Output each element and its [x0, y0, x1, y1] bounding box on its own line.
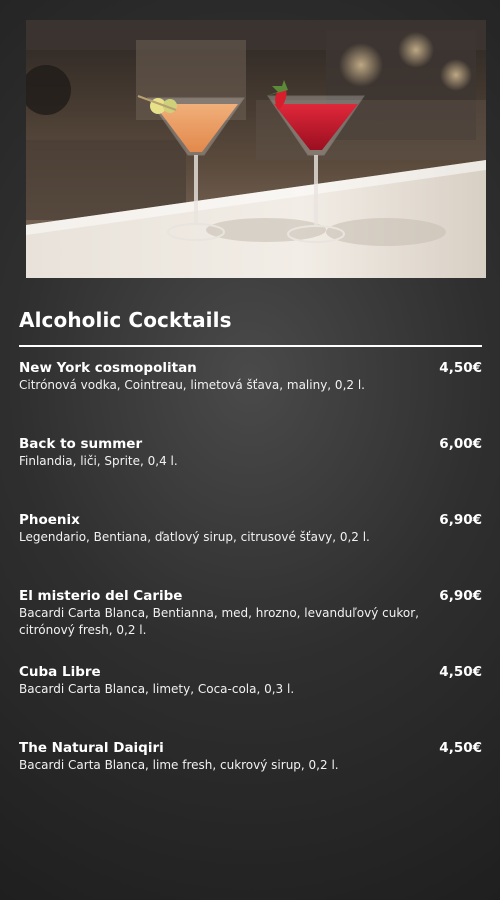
menu-item: New York cosmopolitan Citrónová vodka, C…	[19, 360, 484, 436]
item-description: Finlandia, liči, Sprite, 0,4 l.	[19, 454, 178, 468]
item-description: Bacardi Carta Blanca, Bentianna, med, hr…	[19, 606, 419, 637]
item-name: The Natural Daiqiri	[19, 740, 164, 756]
menu-item: Phoenix Legendario, Bentiana, ďatlový si…	[19, 512, 484, 588]
item-description: Bacardi Carta Blanca, lime fresh, cukrov…	[19, 758, 339, 772]
section-title: Alcoholic Cocktails	[19, 308, 232, 332]
menu-item: Cuba Libre Bacardi Carta Blanca, limety,…	[19, 664, 484, 740]
item-description: Bacardi Carta Blanca, limety, Coca-cola,…	[19, 682, 295, 696]
item-name: Phoenix	[19, 512, 80, 528]
title-divider	[19, 345, 482, 347]
item-price: 4,50€	[439, 740, 482, 756]
item-name: Cuba Libre	[19, 664, 101, 680]
item-description: Legendario, Bentiana, ďatlový sirup, cit…	[19, 530, 370, 544]
menu-item: The Natural Daiqiri Bacardi Carta Blanca…	[19, 740, 484, 816]
item-name: New York cosmopolitan	[19, 360, 197, 376]
item-price: 4,50€	[439, 360, 482, 376]
cocktail-menu-list: New York cosmopolitan Citrónová vodka, C…	[19, 360, 484, 816]
menu-item: El misterio del Caribe Bacardi Carta Bla…	[19, 588, 484, 664]
menu-item: Back to summer Finlandia, liči, Sprite, …	[19, 436, 484, 512]
hero-image	[26, 20, 486, 278]
item-description: Citrónová vodka, Cointreau, limetová šťa…	[19, 378, 365, 392]
item-name: El misterio del Caribe	[19, 588, 183, 604]
cocktail-glasses-photo	[26, 20, 486, 278]
item-price: 6,90€	[439, 512, 482, 528]
item-price: 6,90€	[439, 588, 482, 604]
item-price: 6,00€	[439, 436, 482, 452]
item-name: Back to summer	[19, 436, 143, 452]
item-price: 4,50€	[439, 664, 482, 680]
